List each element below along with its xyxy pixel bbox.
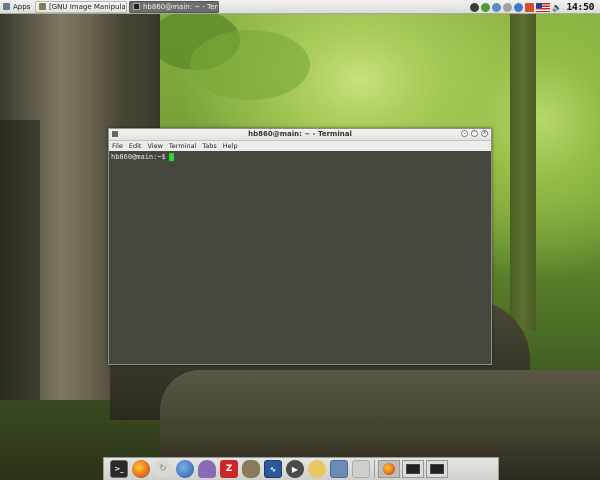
terminal-icon	[133, 3, 140, 10]
prompt-line: hb860@main:~$	[111, 153, 174, 161]
chat-icon[interactable]	[492, 2, 502, 12]
close-icon[interactable]: ×	[481, 130, 488, 137]
window-title: hb860@main: ~ - Terminal	[248, 130, 352, 138]
network-icon[interactable]	[481, 2, 491, 12]
menu-edit[interactable]: Edit	[126, 142, 145, 150]
terminal-icon[interactable]: >_	[110, 460, 128, 478]
system-monitor-icon[interactable]: ∿	[264, 460, 282, 478]
dropbox-icon[interactable]	[514, 2, 524, 12]
menu-help[interactable]: Help	[220, 142, 241, 150]
apps-menu-label: Apps	[13, 2, 31, 11]
apps-menu-icon	[3, 3, 10, 10]
terminal-output[interactable]: hb860@main:~$	[109, 151, 491, 364]
gimp-icon[interactable]	[242, 460, 260, 478]
system-tray: 🔈 14:50	[470, 1, 600, 13]
thunderbird-icon[interactable]	[176, 460, 194, 478]
menu-tabs[interactable]: Tabs	[199, 142, 219, 150]
terminal-icon	[406, 464, 420, 474]
firefox-icon[interactable]	[132, 460, 150, 478]
text-cursor	[168, 153, 174, 161]
shell-prompt: hb860@main:~$	[111, 153, 166, 161]
taskbar-item-gimp[interactable]: [GNU Image Manipulati...	[35, 0, 127, 13]
taskbar-item-label: hb860@main: ~ - Termi...	[143, 2, 218, 11]
cat-icon[interactable]	[308, 460, 326, 478]
pidgin-icon[interactable]	[198, 460, 216, 478]
mail-icon[interactable]	[503, 2, 513, 12]
window-controls: ⌄ ⌃ ×	[458, 130, 488, 137]
terminal-menubar: File Edit View Terminal Tabs Help	[109, 141, 491, 151]
dock-window-firefox[interactable]	[378, 460, 400, 478]
menu-file[interactable]: File	[109, 142, 126, 150]
apps-menu-button[interactable]: Apps	[0, 1, 33, 13]
update-manager-icon[interactable]: ↻	[154, 460, 172, 478]
play-icon[interactable]: ▶	[286, 460, 304, 478]
menu-terminal[interactable]: Terminal	[166, 142, 199, 150]
window-titlebar[interactable]: hb860@main: ~ - Terminal ⌄ ⌃ ×	[109, 129, 491, 141]
gimp-icon	[39, 3, 46, 10]
top-panel: Apps [GNU Image Manipulati... hb860@main…	[0, 0, 600, 14]
taskbar-item-terminal[interactable]: hb860@main: ~ - Termi...	[129, 0, 219, 13]
dock-separator	[374, 460, 375, 478]
flag-us-icon[interactable]	[536, 2, 551, 12]
menu-view[interactable]: View	[144, 142, 165, 150]
taskbar-item-label: [GNU Image Manipulati...	[49, 2, 126, 11]
filezilla-icon[interactable]: Z	[220, 460, 238, 478]
terminal-icon	[430, 464, 444, 474]
firefox-icon	[383, 463, 395, 475]
bottom-dock: >_ ↻ Z ∿ ▶	[103, 457, 499, 480]
calculator-icon[interactable]	[330, 460, 348, 478]
clock[interactable]: 14:50	[563, 2, 600, 13]
tools-icon[interactable]	[525, 2, 535, 12]
terminal-window[interactable]: hb860@main: ~ - Terminal ⌄ ⌃ × File Edit…	[108, 128, 492, 365]
camera-icon[interactable]	[352, 460, 370, 478]
dock-window-terminal-1[interactable]	[402, 460, 424, 478]
minimize-icon[interactable]: ⌄	[461, 130, 468, 137]
dock-window-terminal-2[interactable]	[426, 460, 448, 478]
update-icon[interactable]	[470, 2, 480, 12]
maximize-icon[interactable]: ⌃	[471, 130, 478, 137]
volume-icon[interactable]: 🔈	[552, 3, 562, 12]
